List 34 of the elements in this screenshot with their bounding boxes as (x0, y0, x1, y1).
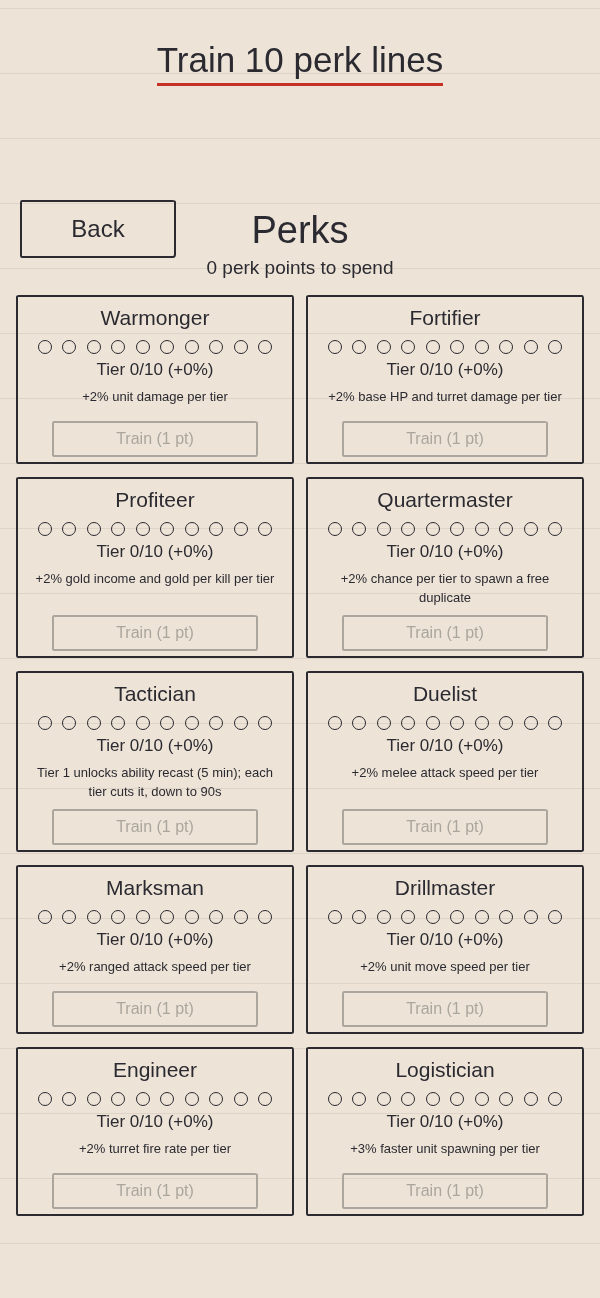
tier-label: Tier 0/10 (+0%) (96, 359, 214, 381)
perk-name: Logistician (395, 1057, 495, 1083)
perk-name: Fortifier (409, 305, 481, 331)
perk-name: Engineer (112, 1057, 198, 1083)
tier-label: Tier 0/10 (+0%) (386, 1111, 504, 1133)
tier-label: Tier 0/10 (+0%) (96, 1111, 214, 1133)
perk-description: +3% faster unit spawning per tier (350, 1140, 540, 1158)
perk-description: +2% base HP and turret damage per tier (328, 388, 562, 406)
section-heading: Perks (250, 208, 350, 252)
tier-label: Tier 0/10 (+0%) (386, 735, 504, 757)
perk-description: +2% gold income and gold per kill per tier (35, 570, 275, 588)
perk-name: Profiteer (115, 487, 195, 513)
perk-description: +2% ranged attack speed per tier (59, 958, 251, 976)
perk-description: +2% chance per tier to spawn a free duplicate (339, 570, 551, 607)
perk-name: Drillmaster (394, 875, 496, 901)
perk-description: Tier 1 unlocks ability recast (5 min); each tier cuts it, down to 90s (36, 764, 274, 801)
tier-label: Tier 0/10 (+0%) (386, 541, 504, 563)
page-title: Train 10 perk lines (156, 40, 444, 86)
tier-label: Tier 0/10 (+0%) (96, 929, 214, 951)
tier-label: Tier 0/10 (+0%) (386, 929, 504, 951)
perk-description: +2% melee attack speed per tier (351, 764, 539, 782)
perk-description: +2% turret fire rate per tier (78, 1140, 232, 1158)
back-button[interactable]: Back (20, 200, 176, 258)
perk-description: +2% unit damage per tier (82, 388, 228, 406)
perk-name: Quartermaster (377, 487, 513, 513)
perk-points-text: 0 perk points to spend (206, 256, 394, 280)
perk-name: Marksman (106, 875, 204, 901)
tier-label: Tier 0/10 (+0%) (386, 359, 504, 381)
tier-label: Tier 0/10 (+0%) (96, 735, 214, 757)
perk-name: Warmonger (100, 305, 210, 331)
perk-name: Duelist (412, 681, 478, 707)
tier-label: Tier 0/10 (+0%) (96, 541, 214, 563)
perk-description: +2% unit move speed per tier (360, 958, 530, 976)
perk-name: Tactician (114, 681, 196, 707)
